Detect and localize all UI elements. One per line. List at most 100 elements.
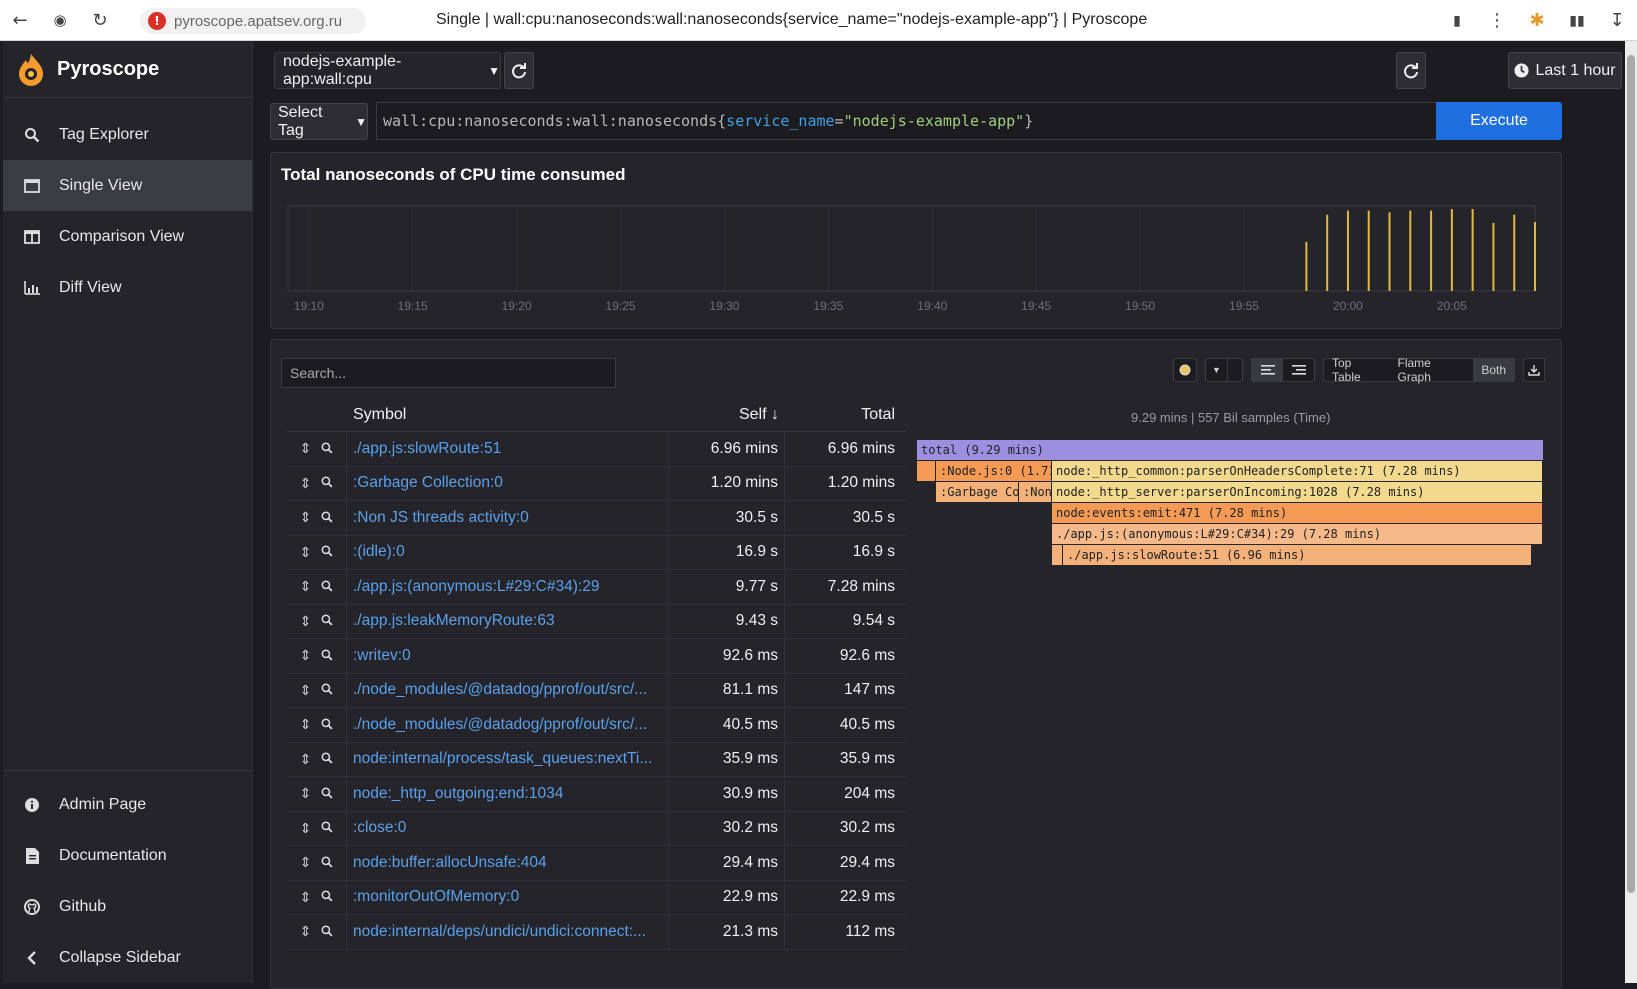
symbol-cell[interactable]: :monitorOutOfMemory:0 [347,880,669,914]
expand-collapse-icon[interactable]: ⇕ [300,475,312,492]
download-icon[interactable]: ↧ [1597,0,1637,41]
app-select[interactable]: nodejs-example-app:wall:cpu ▼ [274,52,501,89]
symbol-cell[interactable]: node:_http_outgoing:end:1034 [347,777,669,811]
symbol-cell[interactable]: ./app.js:(anonymous:L#29:C#34):29 [347,570,669,604]
collapse-toggle-group[interactable]: ▼ [1205,358,1243,382]
column-header-self[interactable]: Self ↓ [669,398,785,431]
symbol-cell[interactable]: :writev:0 [347,639,669,673]
symbol-cell[interactable]: node:internal/deps/undici/undici:connect… [347,915,669,949]
search-icon[interactable] [321,579,333,595]
logo-row[interactable]: Pyroscope [3,41,252,98]
symbol-cell[interactable]: ./node_modules/@datadog/pprof/out/src/..… [347,673,669,707]
table-row[interactable]: ⇕ ./app.js:slowRoute:51 6.96 mins 6.96 mins [287,432,906,467]
query-input[interactable]: wall:cpu:nanoseconds:wall:nanoseconds{se… [376,102,1436,140]
flame-frame-nodejs[interactable]: :Node.js:0 (1.71 [936,461,1052,481]
search-icon[interactable] [321,855,333,871]
flame-frame-emit[interactable]: node:events:emit:471 (7.28 mins) [1052,503,1543,523]
table-row[interactable]: ⇕:Garbage Collection:0 1.20 mins 1.20 mins [287,466,906,501]
time-range-button[interactable]: Last 1 hour [1508,52,1622,89]
symbol-cell[interactable]: ./app.js:leakMemoryRoute:63 [347,604,669,638]
table-row[interactable]: ⇕ ./node_modules/@datadog/pprof/out/src/.… [287,708,906,743]
flame-frame-empty-2[interactable] [1052,545,1063,565]
expand-collapse-icon[interactable]: ⇕ [300,854,312,871]
table-row[interactable]: ⇕:monitorOutOfMemory:0 22.9 ms 22.9 ms [287,880,906,915]
table-row[interactable]: ⇕:(idle):0 16.9 s 16.9 s [287,535,906,570]
expand-collapse-icon[interactable]: ⇕ [300,785,312,802]
table-row[interactable]: ⇕ node:buffer:allocUnsafe:404 29.4 ms 29.4 … [287,846,906,881]
search-icon[interactable] [321,889,333,905]
table-row[interactable]: ⇕:Non JS threads activity:0 30.5 s 30.5 s [287,501,906,536]
table-row[interactable]: ⇕ node:internal/deps/undici/undici:connec… [287,915,906,950]
flame-frame-total[interactable]: total (9.29 mins) [917,440,1544,460]
expand-collapse-icon[interactable]: ⇕ [300,613,312,630]
column-header-symbol[interactable]: Symbol [347,398,669,431]
search-icon[interactable] [321,510,333,526]
execute-button[interactable]: Execute [1436,102,1562,140]
expand-collapse-icon[interactable]: ⇕ [300,647,312,664]
search-icon[interactable] [321,648,333,664]
tag-select[interactable]: Select Tag ▼ [270,103,368,140]
flame-frame-anon[interactable]: ./app.js:(anonymous:L#29:C#34):29 (7.28 … [1052,524,1543,544]
table-row[interactable]: ⇕ node:internal/process/task_queues:nextT… [287,742,906,777]
expand-collapse-icon[interactable]: ⇕ [300,820,312,837]
expand-collapse-icon[interactable]: ⇕ [300,923,312,940]
export-button[interactable] [1523,358,1545,382]
search-icon[interactable] [321,924,333,940]
alignment-group[interactable] [1251,358,1315,382]
symbol-cell[interactable]: node:buffer:allocUnsafe:404 [347,846,669,880]
expand-collapse-icon[interactable]: ⇕ [300,544,312,561]
search-icon[interactable] [321,682,333,698]
sidebar-item-documentation[interactable]: Documentation [3,830,253,881]
yandex-icon[interactable]: ◉ [40,0,80,41]
search-icon[interactable] [321,544,333,560]
sidebar-item-comparison-view[interactable]: Comparison View [3,211,252,262]
back-icon[interactable]: ← [0,0,40,41]
sidebar-item-diff-view[interactable]: Diff View [3,262,252,313]
symbol-cell[interactable]: ./node_modules/@datadog/pprof/out/src/..… [347,708,669,742]
align-left-icon[interactable] [1252,359,1283,381]
timeline-chart[interactable]: 19:10 19:15 19:20 19:25 19:30 19:35 19:40 19:45… [271,153,1561,328]
expand-collapse-icon[interactable]: ⇕ [300,716,312,733]
sidebar-item-admin-page[interactable]: Admin Page [3,779,253,830]
view-button-flame-graph[interactable]: Flame Graph [1390,356,1474,384]
symbol-cell[interactable]: :Non JS threads activity:0 [347,501,669,535]
symbol-cell[interactable]: :(idle):0 [347,535,669,569]
view-button-both[interactable]: Both [1473,359,1514,381]
collapse-sidebar-button[interactable]: Collapse Sidebar [3,932,253,983]
expand-collapse-icon[interactable]: ⇕ [300,578,312,595]
flame-frame-non[interactable]: :Non [1019,482,1052,502]
sidebar-item-single-view[interactable]: Single View [3,160,252,211]
menu-icon[interactable]: ⋮ [1477,0,1517,41]
flame-frame-http-server[interactable]: node:_http_server:parserOnIncoming:1028 … [1052,482,1543,502]
sidebar-item-github[interactable]: Github [3,881,253,932]
expand-collapse-icon[interactable]: ⇕ [300,751,312,768]
flame-frame-garbage[interactable]: :Garbage Co [936,482,1019,502]
scroll-thumb[interactable] [1627,55,1635,893]
search-icon[interactable] [321,475,333,491]
table-row[interactable]: ⇕:writev:0 92.6 ms 92.6 ms [287,639,906,674]
flame-frame-http-common[interactable]: node:_http_common:parserOnHeadersComplet… [1052,461,1543,481]
search-input[interactable]: Search... [281,358,616,388]
bookmark-icon[interactable]: ▮ [1437,0,1477,41]
symbol-cell[interactable]: :Garbage Collection:0 [347,466,669,500]
expand-collapse-icon[interactable]: ⇕ [300,440,312,457]
table-row[interactable]: ⇕ ./app.js:(anonymous:L#29:C#34):29 9.77 s… [287,570,906,605]
symbol-cell[interactable]: node:internal/process/task_queues:nextTi… [347,742,669,776]
expand-collapse-icon[interactable]: ⇕ [300,889,312,906]
sidebar-item-tag-explorer[interactable]: Tag Explorer [3,109,252,160]
search-icon[interactable] [321,820,333,836]
empty-toggle[interactable] [1228,359,1240,381]
symbol-cell[interactable]: ./app.js:slowRoute:51 [347,432,669,466]
address-bar[interactable]: ! pyroscope.apatsev.org.ru [140,8,366,34]
extension-icon[interactable]: ✱ [1517,0,1557,41]
flame-frame-empty[interactable] [917,461,936,481]
table-row[interactable]: ⇕ ./node_modules/@datadog/pprof/out/src/.… [287,673,906,708]
search-icon[interactable] [321,613,333,629]
page-scrollbar[interactable] [1625,41,1637,983]
view-mode-group[interactable]: Top Table Flame Graph Both [1323,356,1515,384]
refresh-button[interactable] [1396,52,1426,89]
table-row[interactable]: ⇕ node:_http_outgoing:end:1034 30.9 ms 204 … [287,777,906,812]
search-icon[interactable] [321,751,333,767]
expand-collapse-icon[interactable]: ⇕ [300,682,312,699]
color-mode-button[interactable] [1173,358,1197,382]
